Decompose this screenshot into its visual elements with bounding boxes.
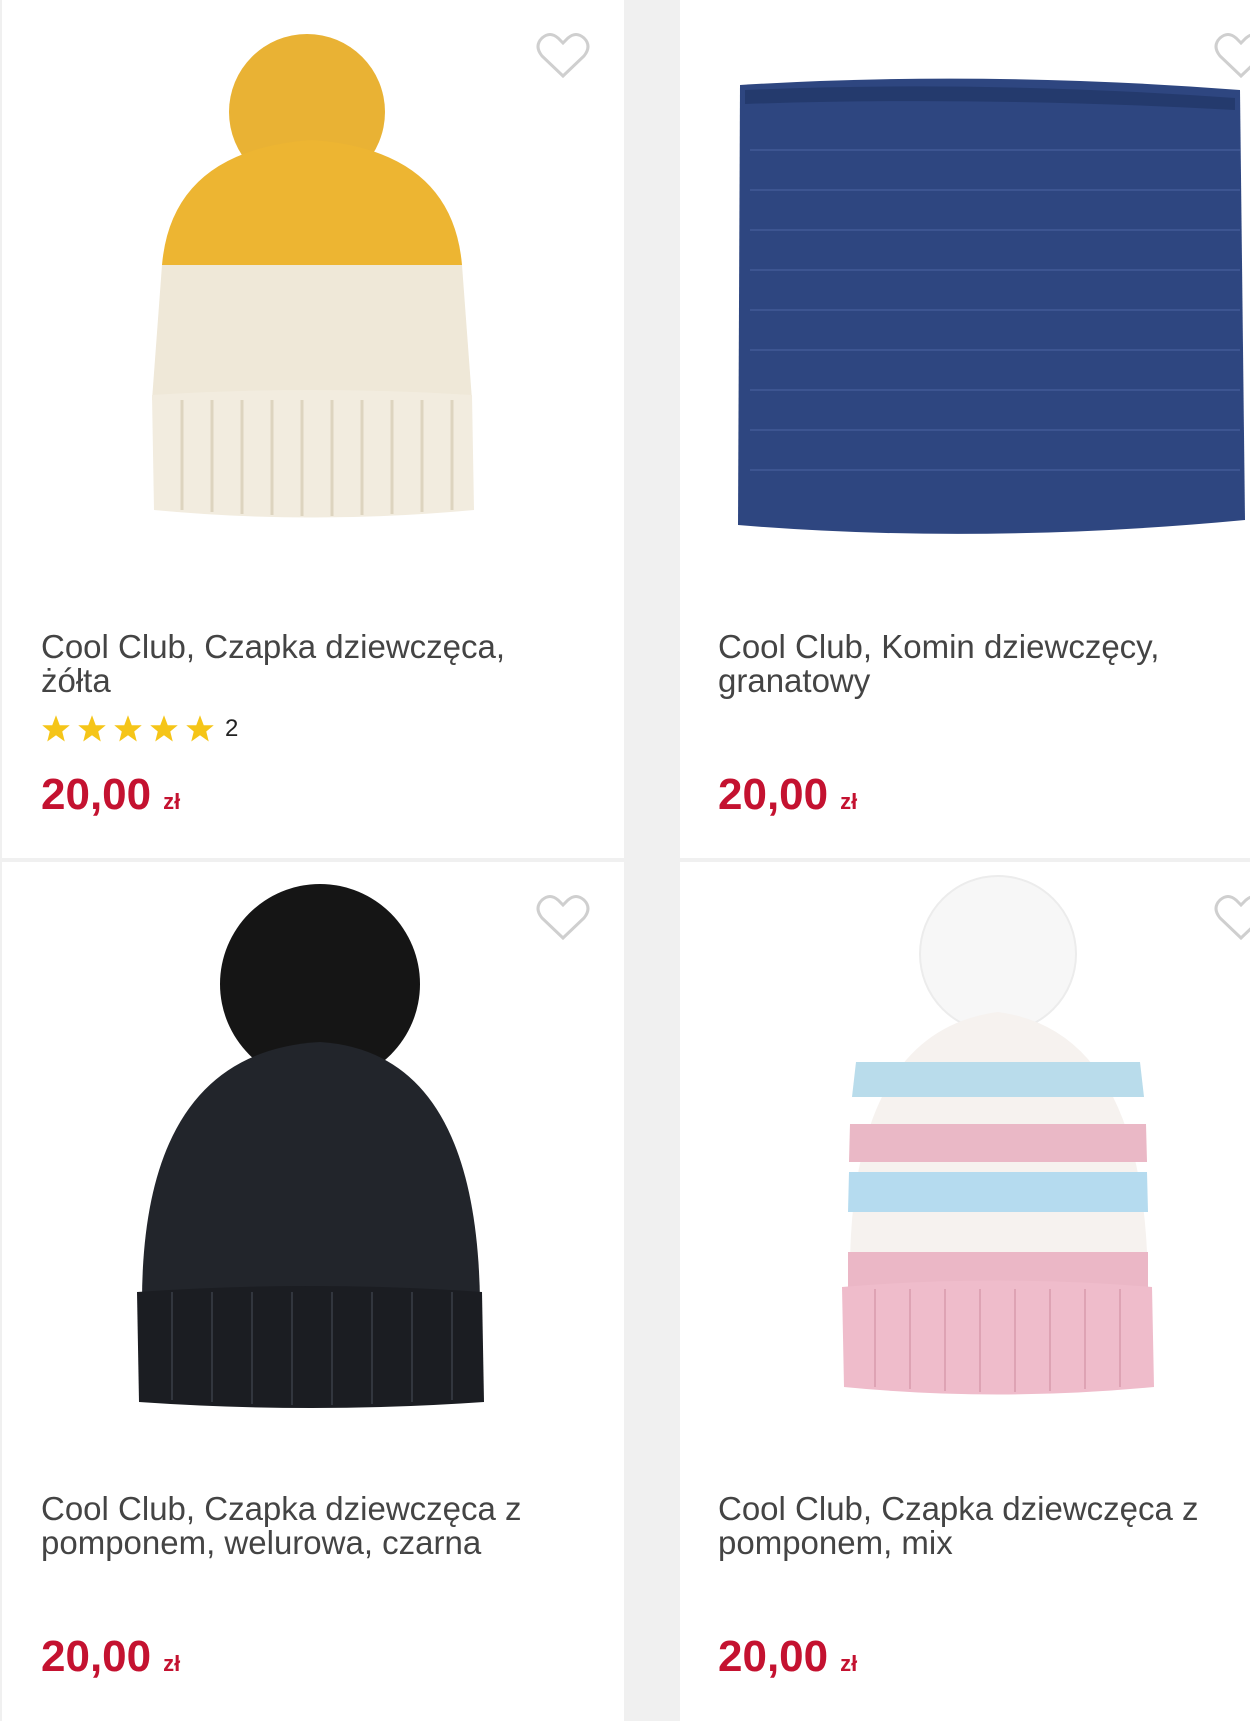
star-icon [42,715,70,742]
black-velour-beanie [137,884,484,1408]
favorite-heart-icon[interactable] [1214,894,1250,942]
favorite-heart-icon[interactable] [536,32,590,80]
price-value: 20,00 [718,1632,829,1681]
navy-snood [738,78,1245,534]
product-title[interactable]: Cool Club, Komin dziewczęcy, granatowy [718,630,1238,698]
product-price: 20,00 zł [718,770,857,827]
product-price: 20,00 zł [41,770,180,827]
star-icon [186,715,214,742]
product-image[interactable] [2,862,624,1442]
product-card[interactable]: Cool Club, Komin dziewczęcy, granatowy 2… [680,0,1250,858]
product-rating: 2 [41,712,238,746]
pastel-striped-beanie [842,875,1154,1395]
product-image[interactable] [2,0,624,580]
price-currency: zł [840,789,858,814]
price-value: 20,00 [718,770,829,819]
star-icon [150,715,178,742]
product-card[interactable]: Cool Club, Czapka dziewczęca z pomponem,… [2,862,624,1721]
favorite-heart-icon[interactable] [536,894,590,942]
product-price: 20,00 zł [41,1632,180,1689]
price-currency: zł [840,1651,858,1676]
product-title[interactable]: Cool Club, Czapka dziewczęca, żółta [41,630,561,698]
product-card[interactable]: Cool Club, Czapka dziewczęca, żółta 2 20… [2,0,624,858]
price-currency: zł [163,789,181,814]
star-icon [114,715,142,742]
favorite-heart-icon[interactable] [1214,32,1250,80]
beanie-yellow-white [152,34,474,518]
price-value: 20,00 [41,770,152,819]
product-card[interactable]: Cool Club, Czapka dziewczęca z pomponem,… [680,862,1250,1721]
product-image[interactable] [680,0,1250,580]
product-price: 20,00 zł [718,1632,857,1689]
product-title[interactable]: Cool Club, Czapka dziewczęca z pomponem,… [718,1492,1238,1560]
price-value: 20,00 [41,1632,152,1681]
price-currency: zł [163,1651,181,1676]
star-icon [78,715,106,742]
product-title[interactable]: Cool Club, Czapka dziewczęca z pomponem,… [41,1492,561,1560]
rating-count: 2 [225,715,239,742]
product-image[interactable] [680,862,1250,1442]
